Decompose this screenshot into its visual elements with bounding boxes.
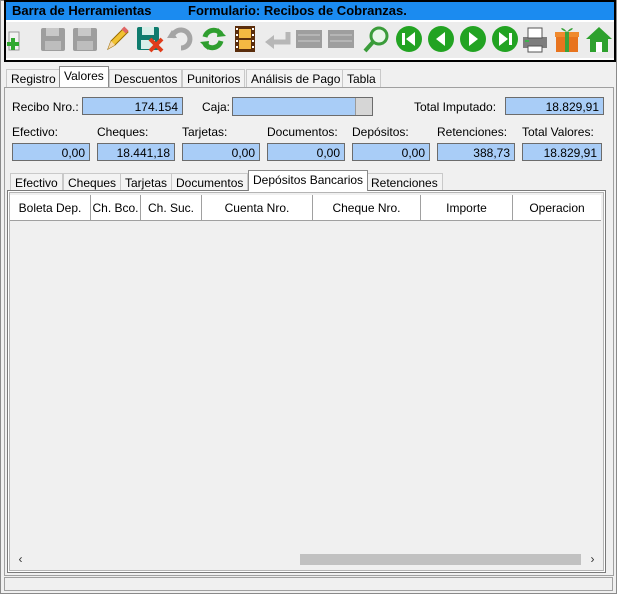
- grid-body: Boleta Dep. Ch. Bco. Ch. Suc. Cuenta Nro…: [9, 192, 604, 571]
- subtab-label: Documentos: [176, 176, 244, 190]
- delete-icon[interactable]: [134, 24, 164, 54]
- subtab-label: Retenciones: [371, 176, 438, 190]
- tab-registro[interactable]: Registro: [6, 69, 61, 87]
- tab-label: Registro: [11, 72, 56, 86]
- scroll-thumb[interactable]: [300, 554, 581, 565]
- documentos-label: Documentos:: [267, 125, 338, 139]
- toolbar-window-title: Barra de Herramientas: [12, 3, 152, 18]
- subtab-retenciones[interactable]: Retenciones: [366, 173, 443, 191]
- next-icon[interactable]: [458, 24, 488, 54]
- recibo-label: Recibo Nro.:: [12, 100, 79, 114]
- form-title: Formulario: Recibos de Cobranzas.: [188, 3, 407, 18]
- subtab-documentos[interactable]: Documentos: [171, 173, 249, 191]
- subtab-depositos-bancarios[interactable]: Depósitos Bancarios: [248, 170, 369, 191]
- tab-label: Descuentos: [114, 72, 178, 86]
- prev-icon[interactable]: [426, 24, 456, 54]
- total-valores-label: Total Valores:: [522, 125, 594, 139]
- total-valores-field[interactable]: 18.829,91: [522, 143, 602, 161]
- back-disabled-icon[interactable]: [262, 24, 292, 54]
- cheques-field[interactable]: 18.441,18: [97, 143, 175, 161]
- undo-disabled-icon[interactable]: [166, 24, 196, 54]
- retenciones-field[interactable]: 388,73: [437, 143, 515, 161]
- toolbar-title-bar: Barra de Herramientas Formulario: Recibo…: [6, 2, 614, 20]
- efectivo-field[interactable]: 0,00: [12, 143, 90, 161]
- tab-valores[interactable]: Valores: [59, 66, 109, 87]
- subtab-label: Efectivo: [15, 176, 58, 190]
- tab-label: Valores: [64, 69, 104, 83]
- scroll-left-icon[interactable]: ‹: [12, 551, 29, 568]
- column-header-cuenta-nro[interactable]: Cuenta Nro.: [202, 195, 313, 221]
- add-icon[interactable]: [6, 24, 36, 54]
- caja-label: Caja:: [202, 100, 231, 114]
- status-bar: [4, 577, 613, 591]
- home-icon[interactable]: [584, 24, 614, 54]
- column-header-operacion[interactable]: Operacion: [513, 195, 601, 221]
- tarjetas-field[interactable]: 0,00: [182, 143, 260, 161]
- disabled-icon[interactable]: [326, 24, 356, 54]
- efectivo-label: Efectivo:: [12, 125, 59, 139]
- first-icon[interactable]: [394, 24, 424, 54]
- column-header-cheque-nro[interactable]: Cheque Nro.: [313, 195, 421, 221]
- dropdown-button[interactable]: [355, 98, 372, 115]
- save-disabled-icon[interactable]: [38, 24, 68, 54]
- refresh-icon[interactable]: [198, 24, 228, 54]
- subtab-label: Cheques: [68, 176, 117, 190]
- column-header-ch-bco[interactable]: Ch. Bco.: [91, 195, 141, 221]
- cheques-label: Cheques:: [97, 125, 149, 139]
- subtab-tarjetas[interactable]: Tarjetas: [120, 173, 173, 191]
- depositos-field[interactable]: 0,00: [352, 143, 430, 161]
- column-header-ch-suc[interactable]: Ch. Suc.: [141, 195, 202, 221]
- tab-label: Análisis de Pago: [251, 72, 341, 86]
- tab-tabla[interactable]: Tabla: [342, 69, 381, 87]
- gift-icon[interactable]: [552, 24, 582, 54]
- toolbar-icons: [6, 22, 614, 58]
- column-header-importe[interactable]: Importe: [421, 195, 513, 221]
- edit-icon[interactable]: [102, 24, 132, 54]
- save-disabled-icon[interactable]: [70, 24, 100, 54]
- print-icon[interactable]: [520, 24, 550, 54]
- total-imputado-label: Total Imputado:: [414, 100, 497, 114]
- documentos-field[interactable]: 0,00: [267, 143, 345, 161]
- search-icon[interactable]: [362, 24, 392, 54]
- toolbar-window: Barra de Herramientas Formulario: Recibo…: [4, 0, 616, 62]
- horizontal-scrollbar[interactable]: ‹ ›: [12, 551, 601, 568]
- tab-label: Punitorios: [187, 72, 241, 86]
- tarjetas-label: Tarjetas:: [182, 125, 228, 139]
- total-imputado-field[interactable]: 18.829,91: [505, 97, 604, 115]
- caja-select[interactable]: [232, 97, 373, 116]
- subtab-cheques[interactable]: Cheques: [63, 173, 122, 191]
- tab-analisis-de-pago[interactable]: Análisis de Pago: [246, 69, 346, 87]
- subtab-efectivo[interactable]: Efectivo: [10, 173, 63, 191]
- scroll-right-icon[interactable]: ›: [584, 551, 601, 568]
- tab-punitorios[interactable]: Punitorios: [182, 69, 246, 87]
- depositos-grid[interactable]: Boleta Dep. Ch. Bco. Ch. Suc. Cuenta Nro…: [7, 190, 606, 573]
- column-header-boleta-dep[interactable]: Boleta Dep.: [10, 195, 91, 221]
- subtab-label: Tarjetas: [125, 176, 168, 190]
- recibo-field[interactable]: 174.154: [82, 97, 183, 115]
- subtab-label: Depósitos Bancarios: [253, 173, 364, 187]
- tab-label: Tabla: [347, 72, 376, 86]
- film-icon[interactable]: [230, 24, 260, 54]
- disabled-icon[interactable]: [294, 24, 324, 54]
- retenciones-label: Retenciones:: [437, 125, 508, 139]
- last-icon[interactable]: [490, 24, 520, 54]
- tab-descuentos[interactable]: Descuentos: [109, 69, 183, 87]
- depositos-label: Depósitos:: [352, 125, 409, 139]
